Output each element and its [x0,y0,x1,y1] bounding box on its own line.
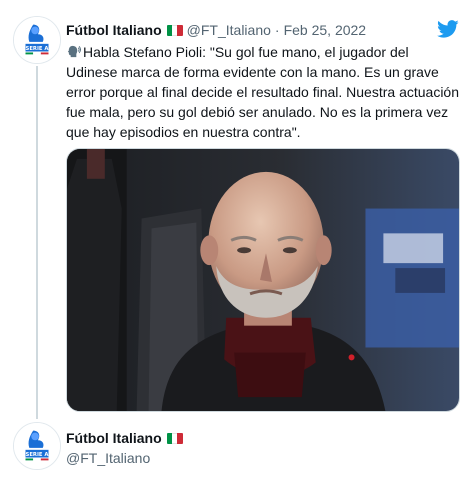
photo-image [67,149,459,411]
quoted-tweet-header: Fútbol Italiano [66,430,187,446]
twitter-bird-icon[interactable] [437,18,459,40]
italy-flag-icon [166,24,183,36]
tweet-date[interactable]: Feb 25, 2022 [284,22,367,38]
tweet-header: Fútbol Italiano @FT_Italiano · Feb 25, 2… [66,22,366,38]
speaking-head-icon [67,45,81,58]
avatar-logo-text: SERIE A [26,452,50,458]
serie-a-logo-icon: SERIE A [14,17,60,63]
author-name[interactable]: Fútbol Italiano [66,22,162,38]
separator-dot: · [274,22,280,38]
thread-connector-line [36,66,38,419]
avatar-logo-text: SERIE A [26,46,50,52]
tweet-body-text: Habla Stefano Pioli: "Su gol fue mano, e… [66,44,460,140]
quoted-author-name[interactable]: Fútbol Italiano [66,430,162,446]
author-avatar[interactable]: SERIE A [13,16,61,64]
italy-flag-icon [166,432,183,444]
tweet-media-photo[interactable] [66,148,460,412]
author-handle[interactable]: @FT_Italiano [187,22,271,38]
quoted-author-handle[interactable]: @FT_Italiano [66,450,150,466]
quoted-author-avatar[interactable]: SERIE A [13,422,61,470]
tweet-text: Habla Stefano Pioli: "Su gol fue mano, e… [66,42,460,142]
serie-a-logo-icon: SERIE A [14,423,60,469]
